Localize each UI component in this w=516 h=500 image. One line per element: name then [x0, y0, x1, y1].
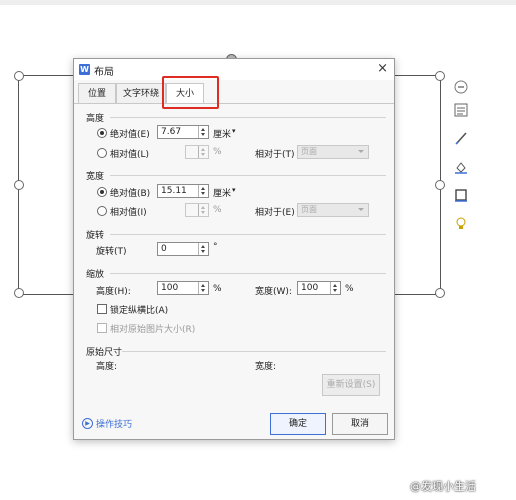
height-relative-label: 相对值(L) — [110, 150, 150, 160]
chevron-down-icon — [358, 208, 364, 211]
resize-handle-top-left[interactable] — [14, 71, 24, 81]
ok-button[interactable]: 确定 — [270, 413, 326, 435]
width-absolute-unit[interactable]: 厘米 — [213, 186, 231, 199]
original-width-label: 宽度: — [255, 362, 277, 372]
minus-circle-icon[interactable] — [451, 77, 471, 97]
layout-dialog: W 布局 × 位置 文字环绕 大小 高度 绝对值(E) 7.67 厘米 ▾ 相对… — [73, 58, 395, 440]
width-absolute-label: 绝对值(B) — [110, 189, 151, 199]
chevron-down-icon[interactable]: ▾ — [232, 127, 236, 135]
relative-original-checkbox[interactable] — [97, 323, 107, 333]
width-relative-radio[interactable] — [97, 206, 107, 216]
section-divider — [110, 273, 386, 274]
cancel-button[interactable]: 取消 — [332, 413, 388, 435]
border-icon[interactable] — [451, 185, 471, 205]
height-relative-to-value: 页面 — [301, 147, 317, 156]
rotate-label: 旋转(T) — [96, 247, 127, 257]
resize-handle-bottom-left[interactable] — [14, 288, 24, 298]
height-relative-input[interactable] — [185, 145, 209, 159]
resize-handle-mid-right[interactable] — [435, 180, 445, 190]
dialog-title: 布局 — [94, 67, 114, 78]
scale-width-value: 100 — [301, 283, 319, 293]
rotate-input[interactable]: 0 — [157, 242, 209, 256]
height-absolute-unit[interactable]: 厘米 — [213, 127, 231, 140]
scale-height-value: 100 — [161, 283, 179, 293]
scale-width-input[interactable]: 100 — [297, 281, 341, 295]
scale-height-input[interactable]: 100 — [157, 281, 209, 295]
scale-height-spinner[interactable] — [198, 282, 208, 294]
original-height-label: 高度: — [96, 362, 118, 372]
width-relative-to-value: 页面 — [301, 205, 317, 214]
highlight-box — [162, 76, 219, 109]
tips-link[interactable]: ▶ 操作技巧 — [82, 417, 132, 430]
scale-width-spinner[interactable] — [330, 282, 340, 294]
height-relative-to-select[interactable]: 页面 — [297, 145, 369, 159]
reset-button[interactable]: 重新设置(S) — [322, 374, 380, 396]
layout-icon[interactable] — [451, 100, 471, 120]
height-relative-radio[interactable] — [97, 148, 107, 158]
width-absolute-value: 15.11 — [161, 186, 187, 196]
fill-icon[interactable] — [451, 157, 471, 177]
scale-section-title: 缩放 — [86, 270, 105, 280]
rotate-value: 0 — [161, 244, 167, 254]
section-divider — [110, 117, 386, 118]
lock-aspect-checkbox[interactable] — [97, 304, 107, 314]
original-section-title: 原始尺寸 — [86, 348, 123, 358]
resize-handle-top-right[interactable] — [435, 71, 445, 81]
width-relative-unit: % — [213, 205, 222, 215]
height-absolute-input[interactable]: 7.67 — [157, 125, 209, 139]
close-icon[interactable]: × — [377, 61, 388, 77]
tips-label: 操作技巧 — [96, 420, 133, 430]
height-relative-spinner[interactable] — [198, 146, 208, 158]
height-absolute-spinner[interactable] — [198, 126, 208, 138]
tab-bar: 位置 文字环绕 大小 — [74, 83, 394, 104]
play-icon: ▶ — [82, 418, 93, 429]
width-relative-to-label: 相对于(E) — [255, 208, 295, 218]
height-relative-to-label: 相对于(T) — [255, 150, 295, 160]
height-section-title: 高度 — [86, 114, 105, 124]
width-absolute-spinner[interactable] — [198, 185, 208, 197]
height-relative-unit: % — [213, 147, 222, 157]
section-divider — [110, 175, 386, 176]
scale-height-label: 高度(H): — [96, 287, 131, 297]
app-icon: W — [79, 64, 90, 75]
tab-text-wrap[interactable]: 文字环绕 — [116, 83, 166, 103]
height-absolute-radio[interactable] — [97, 128, 107, 138]
height-absolute-value: 7.67 — [161, 127, 182, 137]
tab-divider — [74, 103, 394, 104]
document-top-bar — [0, 0, 516, 5]
width-absolute-radio[interactable] — [97, 187, 107, 197]
lock-aspect-label: 锁定纵横比(A) — [110, 306, 169, 316]
width-relative-input[interactable] — [185, 203, 209, 217]
section-divider — [110, 234, 386, 235]
width-relative-label: 相对值(I) — [110, 208, 147, 218]
pen-icon[interactable] — [451, 128, 471, 148]
height-absolute-label: 绝对值(E) — [110, 130, 150, 140]
rotate-section-title: 旋转 — [86, 231, 105, 241]
bulb-icon[interactable] — [451, 213, 471, 233]
scale-height-unit: % — [213, 284, 222, 294]
width-section-title: 宽度 — [86, 172, 105, 182]
chevron-down-icon — [358, 150, 364, 153]
resize-handle-bottom-right[interactable] — [435, 288, 445, 298]
width-relative-to-select[interactable]: 页面 — [297, 203, 369, 217]
relative-original-label: 相对原始图片大小(R) — [110, 325, 196, 335]
tab-position[interactable]: 位置 — [78, 83, 116, 103]
rotate-spinner[interactable] — [198, 243, 208, 255]
chevron-down-icon[interactable]: ▾ — [232, 186, 236, 194]
rotate-unit: ° — [213, 242, 218, 252]
dialog-titlebar[interactable]: W 布局 × — [74, 59, 394, 80]
section-divider — [122, 351, 386, 352]
watermark-text: @发现小生活 — [410, 480, 476, 493]
scale-width-unit: % — [345, 284, 354, 294]
scale-width-label: 宽度(W): — [255, 287, 292, 297]
width-relative-spinner[interactable] — [198, 204, 208, 216]
width-absolute-input[interactable]: 15.11 — [157, 184, 209, 198]
resize-handle-mid-left[interactable] — [14, 180, 24, 190]
